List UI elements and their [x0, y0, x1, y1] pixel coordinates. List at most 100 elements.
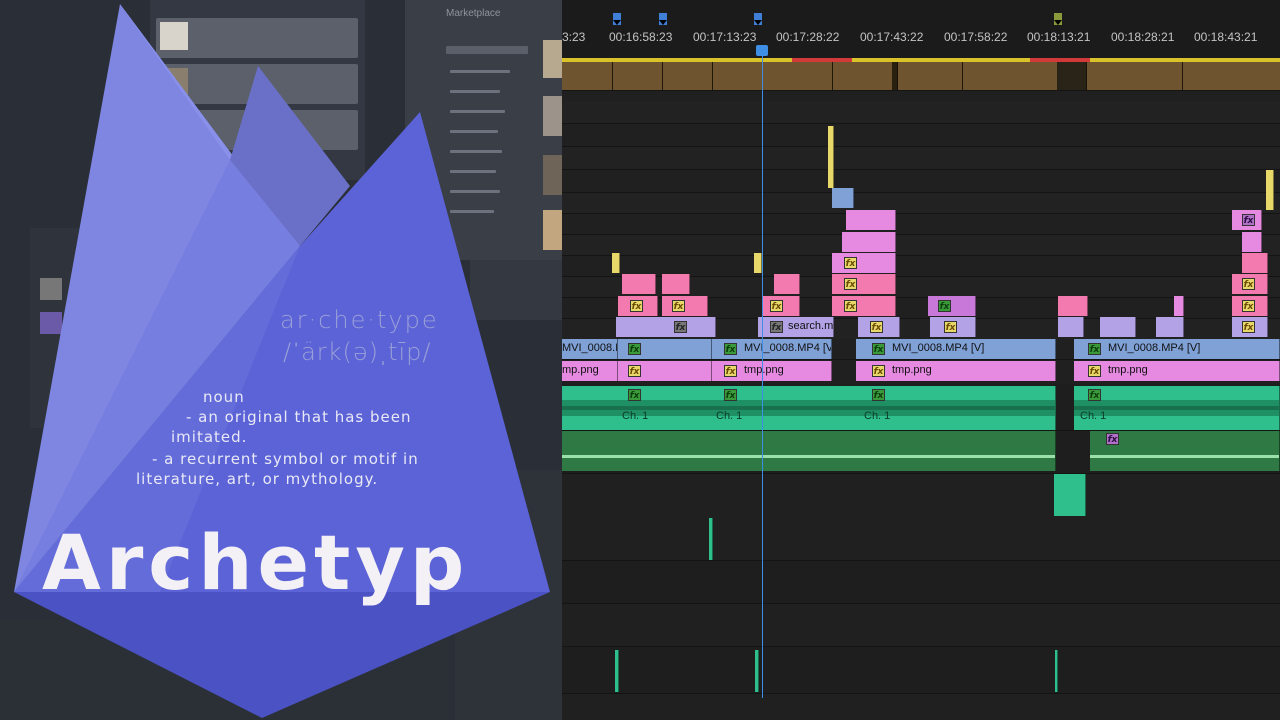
nested-clip[interactable] — [712, 62, 713, 90]
track-row[interactable] — [562, 214, 1280, 235]
music-clip[interactable] — [562, 431, 1056, 471]
image-clip[interactable]: fx — [858, 317, 900, 337]
image-clip[interactable] — [662, 274, 690, 294]
image-clip[interactable]: fx — [832, 274, 896, 294]
image-clip[interactable] — [1174, 296, 1184, 316]
video-clip[interactable]: MVI_0008.M — [562, 339, 618, 359]
audio-clip[interactable] — [709, 518, 713, 560]
audio-waveform — [1090, 455, 1279, 458]
image-clip[interactable] — [1058, 296, 1088, 316]
audio-clip[interactable]: fx Ch. 1 — [1074, 386, 1280, 430]
fx-icon: fx — [1242, 321, 1255, 333]
audio-clip[interactable] — [615, 650, 619, 692]
nested-clip[interactable] — [892, 62, 898, 90]
image-clip[interactable]: fx — [662, 296, 708, 316]
adjustment-clip[interactable] — [754, 253, 762, 273]
fx-icon: fx — [872, 389, 885, 401]
playhead[interactable] — [762, 48, 763, 698]
image-clip[interactable]: fx — [930, 317, 976, 337]
image-clip[interactable]: fx — [616, 317, 716, 337]
audio-waveform — [1074, 400, 1279, 416]
audio-clip[interactable]: fx fx fx Ch. 1 Ch. 1 Ch. 1 — [562, 386, 1056, 430]
fx-icon: fx — [872, 343, 885, 355]
time-ruler[interactable]: 3:23 00:16:58:23 00:17:13:23 00:17:28:22… — [562, 0, 1280, 58]
image-clip[interactable]: fx tmp.png — [712, 361, 832, 381]
image-clip[interactable] — [842, 232, 896, 252]
track-row[interactable] — [562, 193, 1280, 214]
audio-clip[interactable] — [1054, 474, 1086, 516]
image-clip[interactable]: fx — [832, 296, 896, 316]
audio-clip[interactable] — [1055, 650, 1058, 692]
fx-icon: fx — [628, 343, 641, 355]
clip-label: MVI_0008.MP4 [V — [744, 342, 832, 354]
track-row[interactable] — [562, 235, 1280, 256]
image-clip[interactable] — [1100, 317, 1136, 337]
definition-part-of-speech: noun — [203, 388, 245, 406]
nested-clip[interactable] — [832, 62, 833, 90]
fx-icon: fx — [672, 300, 685, 312]
nested-clip[interactable] — [662, 62, 663, 90]
video-clip[interactable] — [832, 188, 854, 208]
image-clip[interactable] — [774, 274, 800, 294]
marker-icon[interactable] — [613, 13, 621, 25]
fx-icon: fx — [628, 365, 641, 377]
image-clip[interactable]: fx — [1232, 210, 1262, 230]
track-row[interactable] — [562, 147, 1280, 170]
timecode-label: 00:17:13:23 — [693, 30, 757, 44]
track-nested[interactable] — [562, 62, 1280, 91]
adjustment-clip[interactable] — [612, 253, 620, 273]
video-clip[interactable]: fx — [618, 339, 712, 359]
image-clip[interactable]: fx search.m — [758, 317, 834, 337]
track-audio-3[interactable] — [562, 518, 1280, 561]
video-clip[interactable]: fx MVI_0008.MP4 [V] — [1074, 339, 1280, 359]
timecode-label: 00:17:43:22 — [860, 30, 924, 44]
fx-icon: fx — [724, 389, 737, 401]
image-clip[interactable]: fx — [618, 296, 658, 316]
image-clip[interactable]: mp.png — [562, 361, 618, 381]
image-clip[interactable] — [1058, 317, 1084, 337]
image-clip[interactable] — [622, 274, 656, 294]
fx-icon: fx — [844, 300, 857, 312]
video-timeline[interactable]: 3:23 00:16:58:23 00:17:13:23 00:17:28:22… — [562, 0, 1280, 720]
clip-label: MVI_0008.M — [562, 342, 617, 354]
track-audio-6[interactable] — [562, 647, 1280, 694]
fx-icon: fx — [870, 321, 883, 333]
image-clip[interactable]: fx tmp.png — [856, 361, 1056, 381]
definition-pronunciation: /ˈärk(ə)ˌtīp/ — [283, 338, 432, 366]
adjustment-clip[interactable] — [828, 126, 834, 188]
track-row[interactable] — [562, 170, 1280, 193]
image-clip[interactable]: fx — [928, 296, 976, 316]
video-clip[interactable]: fx MVI_0008.MP4 [V — [712, 339, 832, 359]
image-clip[interactable] — [1156, 317, 1184, 337]
nested-clip[interactable] — [612, 62, 613, 90]
adjustment-clip[interactable] — [1266, 170, 1274, 210]
track-audio-5[interactable] — [562, 604, 1280, 647]
image-clip[interactable] — [1242, 232, 1262, 252]
marker-icon[interactable] — [754, 13, 762, 25]
track-row[interactable] — [562, 101, 1280, 124]
image-clip[interactable]: fx — [832, 253, 896, 273]
music-clip[interactable]: fx — [1090, 431, 1280, 471]
image-clip[interactable]: fx — [1232, 317, 1268, 337]
audio-clip[interactable] — [755, 650, 759, 692]
image-clip[interactable]: fx tmp.png — [1074, 361, 1280, 381]
marker-icon[interactable] — [1054, 13, 1062, 25]
video-clip[interactable]: fx MVI_0008.MP4 [V] — [856, 339, 1056, 359]
image-clip[interactable]: fx — [1232, 296, 1268, 316]
marker-icon[interactable] — [659, 13, 667, 25]
image-clip[interactable]: fx — [618, 361, 712, 381]
track-audio-4[interactable] — [562, 561, 1280, 604]
track-row[interactable] — [562, 124, 1280, 147]
definition-1-line-1: - an original that has been — [186, 408, 412, 426]
nested-clip[interactable] — [1057, 62, 1087, 90]
image-clip[interactable] — [846, 210, 896, 230]
image-clip[interactable] — [1242, 253, 1268, 273]
nested-clip[interactable] — [962, 62, 963, 90]
nested-clip[interactable] — [1182, 62, 1183, 90]
clip-label: MVI_0008.MP4 [V] — [892, 342, 985, 354]
fx-icon: fx — [674, 321, 687, 333]
fx-icon: fx — [770, 321, 783, 333]
image-clip[interactable]: fx — [762, 296, 800, 316]
fx-icon: fx — [1242, 214, 1255, 226]
image-clip[interactable]: fx — [1232, 274, 1268, 294]
